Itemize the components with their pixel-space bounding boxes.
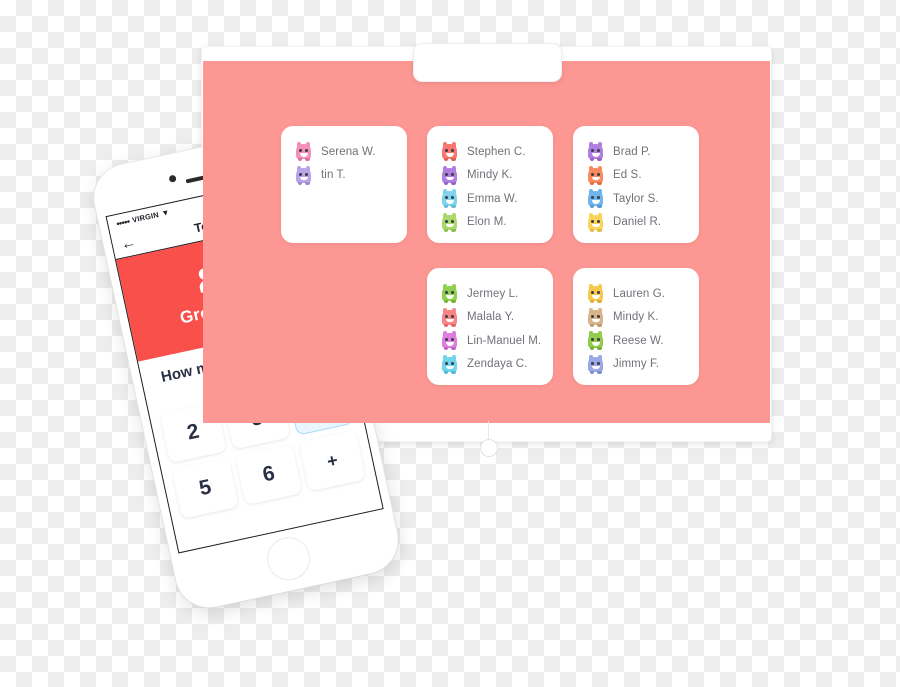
- group-member-row[interactable]: Taylor S.: [587, 187, 683, 211]
- tablet-stand-stem: [487, 421, 489, 441]
- member-avatar-icon: [587, 142, 604, 162]
- group-member-row[interactable]: Malala Y.: [441, 306, 537, 330]
- member-avatar-icon: [587, 165, 604, 185]
- member-avatar-icon: [441, 354, 458, 374]
- member-name-label: Zendaya C.: [467, 358, 528, 371]
- member-name-label: Lauren G.: [613, 287, 666, 300]
- group-member-row[interactable]: Reese W.: [587, 329, 683, 353]
- member-avatar-icon: [295, 142, 312, 162]
- group-member-row[interactable]: Emma W.: [441, 187, 537, 211]
- group-member-row[interactable]: Mindy K.: [587, 306, 683, 330]
- member-name-label: tin T.: [321, 169, 346, 182]
- member-avatar-icon: [441, 284, 458, 304]
- group-card[interactable]: Jermey L. Malala Y. Lin-Manuel M. Zendaya C…: [427, 268, 553, 385]
- group-member-row[interactable]: Zendaya C.: [441, 353, 537, 377]
- group-card[interactable]: Serena W. tin T.: [281, 126, 407, 243]
- member-avatar-icon: [587, 212, 604, 232]
- group-card[interactable]: Brad P. Ed S. Taylor S. Daniel R.: [573, 126, 699, 243]
- signal-strength-icon: •••••: [115, 215, 131, 229]
- wifi-icon: ▼: [160, 207, 171, 219]
- group-member-row[interactable]: Jermey L.: [441, 282, 537, 306]
- scene-stage: Serena W. tin T. Stephen C. Mindy K. Emma W…: [0, 0, 900, 687]
- member-name-label: Emma W.: [467, 192, 518, 205]
- member-avatar-icon: [441, 165, 458, 185]
- group-member-row[interactable]: Lauren G.: [587, 282, 683, 306]
- member-name-label: Mindy K.: [613, 311, 659, 324]
- group-member-row[interactable]: Jimmy F.: [587, 353, 683, 377]
- member-name-label: Mindy K.: [467, 169, 513, 182]
- member-avatar-icon: [587, 284, 604, 304]
- member-avatar-icon: [441, 307, 458, 327]
- member-name-label: Jermey L.: [467, 287, 519, 300]
- group-member-row[interactable]: Mindy K.: [441, 164, 537, 188]
- group-member-row[interactable]: Elon M.: [441, 211, 537, 235]
- group-member-row[interactable]: tin T.: [295, 164, 391, 188]
- member-name-label: Elon M.: [467, 216, 507, 229]
- member-name-label: Lin-Manuel M.: [467, 334, 542, 347]
- group-member-row[interactable]: Stephen C.: [441, 140, 537, 164]
- group-card[interactable]: Stephen C. Mindy K. Emma W. Elon M.: [427, 126, 553, 243]
- member-name-label: Malala Y.: [467, 311, 515, 324]
- member-avatar-icon: [587, 189, 604, 209]
- member-avatar-icon: [441, 212, 458, 232]
- member-name-label: Daniel R.: [613, 216, 662, 229]
- member-name-label: Reese W.: [613, 334, 664, 347]
- member-avatar-icon: [587, 354, 604, 374]
- member-avatar-icon: [587, 307, 604, 327]
- member-avatar-icon: [441, 142, 458, 162]
- group-member-row[interactable]: Serena W.: [295, 140, 391, 164]
- group-member-row[interactable]: Daniel R.: [587, 211, 683, 235]
- member-avatar-icon: [441, 189, 458, 209]
- group-member-row[interactable]: Brad P.: [587, 140, 683, 164]
- tablet-top-tab: [413, 43, 562, 82]
- tablet-device: Serena W. tin T. Stephen C. Mindy K. Emma W…: [201, 43, 772, 457]
- member-name-label: Brad P.: [613, 145, 651, 158]
- back-arrow-icon[interactable]: ←: [119, 233, 137, 253]
- keypad-key-5[interactable]: 5: [171, 457, 239, 519]
- member-name-label: Ed S.: [613, 169, 642, 182]
- member-name-label: Serena W.: [321, 145, 376, 158]
- member-name-label: Taylor S.: [613, 192, 659, 205]
- keypad-key-plus[interactable]: +: [298, 430, 366, 492]
- keypad-key-6[interactable]: 6: [235, 443, 303, 506]
- group-card[interactable]: Lauren G. Mindy K. Reese W. Jimmy F.: [573, 268, 699, 385]
- member-name-label: Jimmy F.: [613, 358, 660, 371]
- group-member-row[interactable]: Lin-Manuel M.: [441, 329, 541, 353]
- carrier-label: VIRGIN: [131, 210, 160, 225]
- member-name-label: Stephen C.: [467, 145, 526, 158]
- tablet-home-button[interactable]: [480, 439, 498, 457]
- tablet-screen: Serena W. tin T. Stephen C. Mindy K. Emma W…: [203, 61, 770, 423]
- group-member-row[interactable]: Ed S.: [587, 164, 683, 188]
- member-avatar-icon: [441, 331, 458, 351]
- member-avatar-icon: [295, 165, 312, 185]
- member-avatar-icon: [587, 331, 604, 351]
